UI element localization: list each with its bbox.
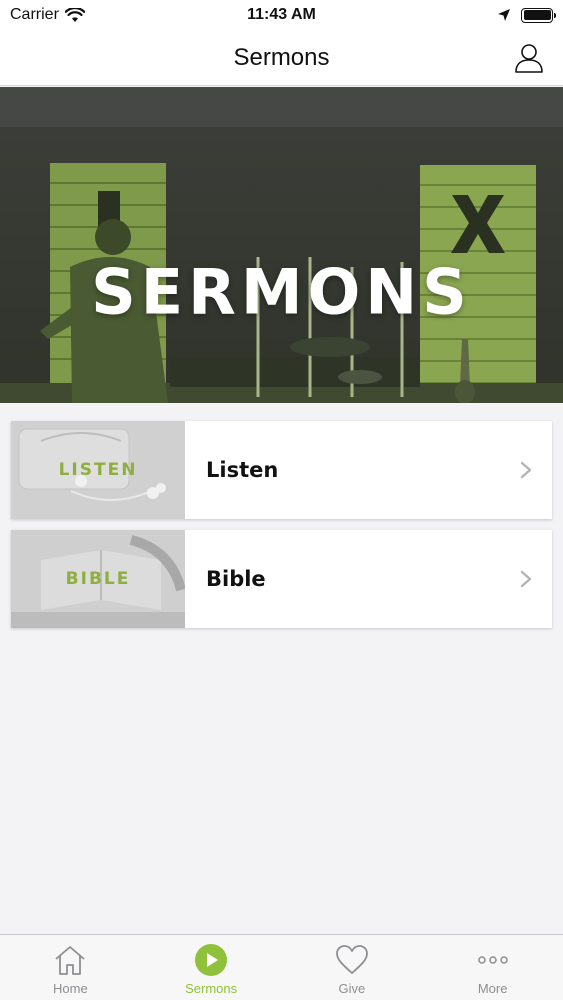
tab-sermons-label: Sermons [185, 981, 238, 996]
tab-give[interactable]: Give [282, 935, 423, 1000]
bible-thumbnail: BIBLE [11, 530, 185, 628]
hero-image [0, 87, 563, 403]
hero-banner: SERMONS [0, 87, 563, 403]
wifi-icon [64, 7, 85, 22]
play-icon [195, 944, 228, 976]
page-title: Sermons [233, 43, 330, 71]
location-arrow-icon [498, 9, 510, 21]
home-icon [55, 946, 85, 975]
tab-home-label: Home [53, 981, 88, 996]
bible-card[interactable]: BIBLE Bible [11, 530, 552, 628]
battery-fill [523, 10, 551, 20]
status-time: 11:43 AM [247, 6, 316, 23]
bible-label: Bible [206, 567, 266, 591]
nav-bar: Sermons [0, 30, 563, 86]
tab-home[interactable]: Home [0, 935, 141, 1000]
listen-card[interactable]: LISTEN Listen [11, 421, 552, 519]
profile-icon[interactable] [513, 42, 545, 74]
tab-sermons[interactable]: Sermons [141, 935, 282, 1000]
chevron-right-icon [520, 461, 532, 479]
chevron-right-icon [520, 570, 532, 588]
tab-more[interactable]: More [422, 935, 563, 1000]
status-left: Carrier [10, 6, 85, 24]
carrier-label: Carrier [10, 6, 59, 23]
hero-title: SERMONS [91, 255, 472, 329]
battery-icon [521, 7, 556, 23]
listen-thumb-label: LISTEN [58, 460, 138, 480]
heart-icon [335, 945, 368, 974]
tab-bar: Home Sermons Give More [0, 934, 563, 1000]
more-icon [477, 956, 508, 964]
bible-thumb-label: BIBLE [65, 569, 131, 589]
status-right [497, 7, 556, 23]
listen-thumbnail: LISTEN [11, 421, 185, 519]
tab-give-label: Give [338, 981, 366, 996]
listen-label: Listen [206, 458, 279, 482]
tab-more-label: More [477, 981, 508, 996]
status-bar: Carrier 11:43 AM [0, 0, 563, 30]
